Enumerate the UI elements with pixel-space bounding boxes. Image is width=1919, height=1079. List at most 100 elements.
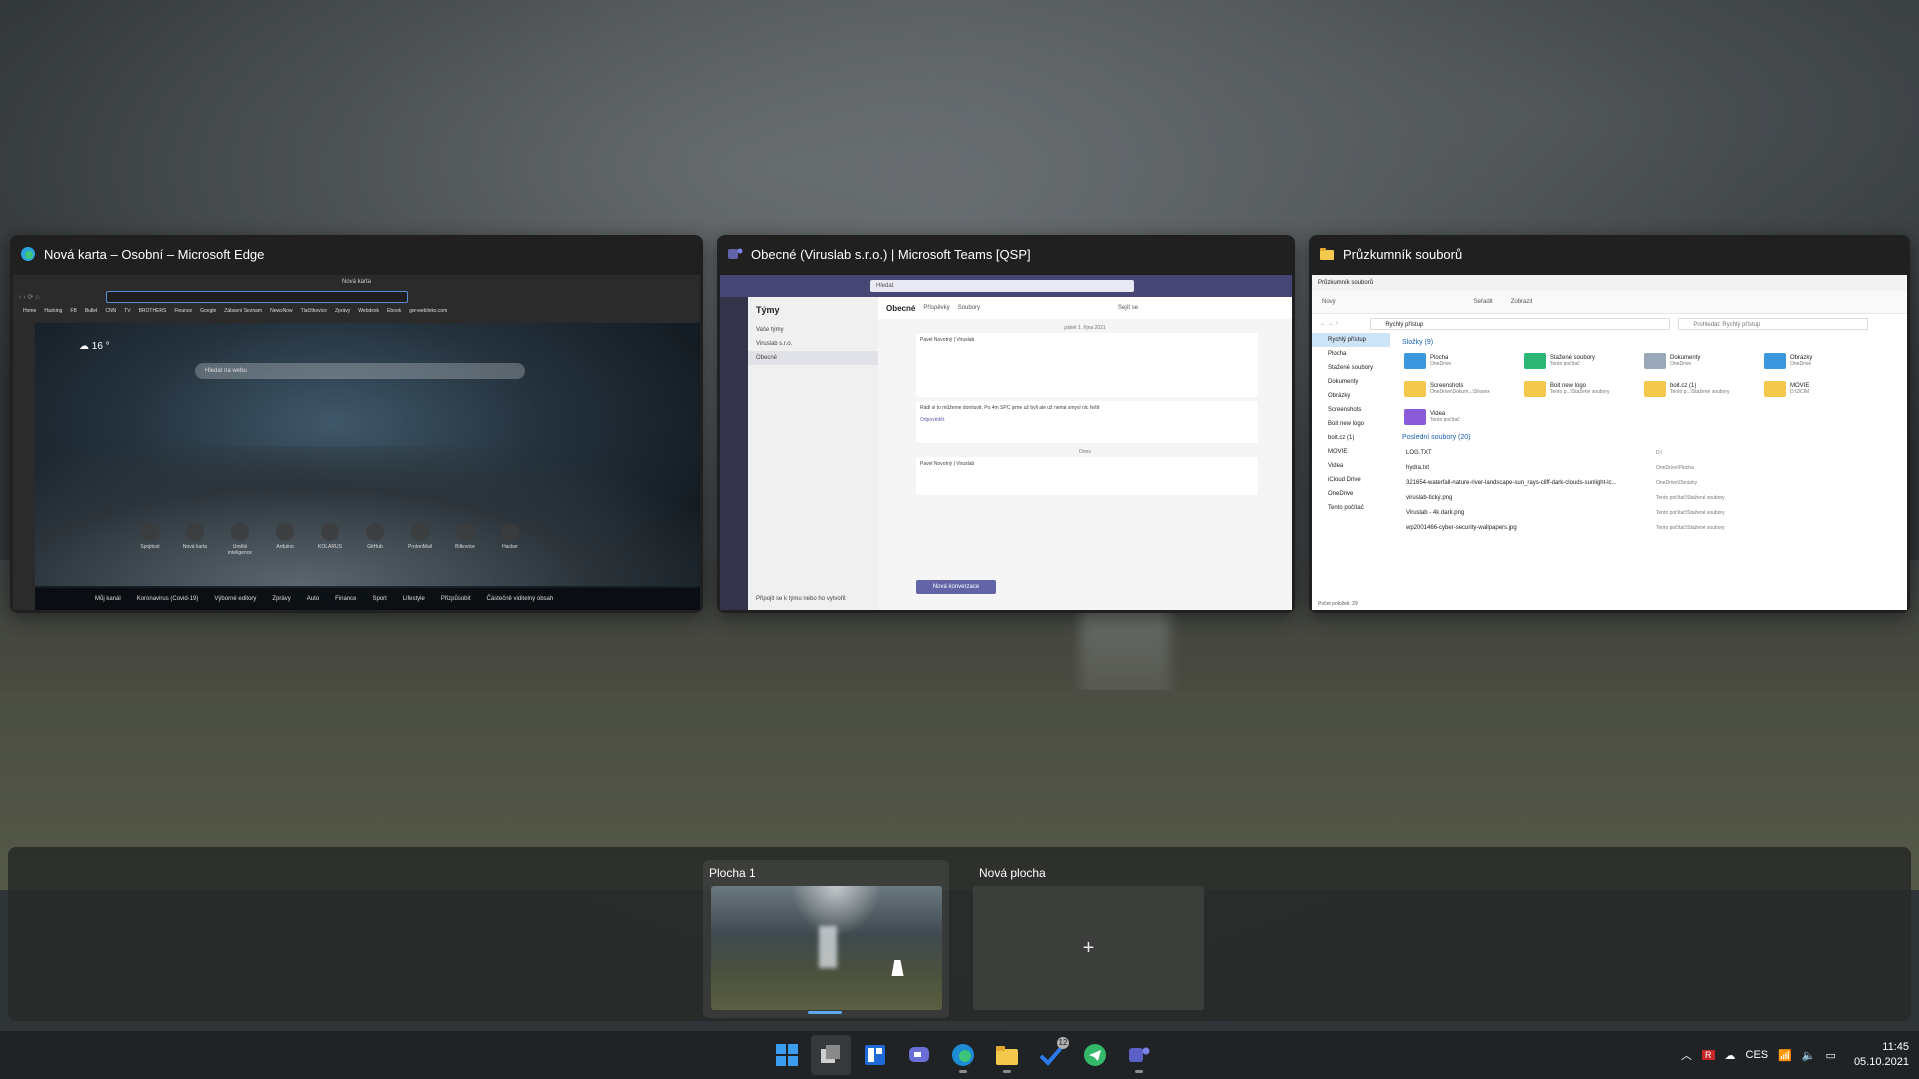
favorite-item: Home (23, 308, 37, 314)
quick-link-tile: Hacker (495, 523, 525, 556)
quick-link-tile: Arduino (270, 523, 300, 556)
edge-address-row: ‹ › ⟳ ⌂ (13, 289, 700, 305)
edge-sidebar (13, 323, 35, 610)
teams-window-preview: Hledat Týmy Vaše týmy Viruslab s.r.o. Ob… (720, 275, 1292, 610)
chat-button[interactable] (899, 1035, 939, 1075)
explorer-command-bar: Nový Seřadit Zobrazit (1312, 291, 1907, 314)
nav-item: MOVIE (1328, 449, 1348, 455)
recent-file-location: Tento počítač\Stažené soubory (1656, 494, 1725, 501)
volume-icon[interactable]: 🔈 (1802, 1049, 1816, 1062)
wifi-icon[interactable]: 📶 (1778, 1049, 1792, 1062)
nav-item: Tento počítač (1328, 505, 1364, 511)
teams-window-title-bar[interactable]: Obecné (Viruslab s.r.o.) | Microsoft Tea… (717, 235, 1295, 273)
edge-background-rocks (35, 446, 700, 586)
teams-window-card[interactable]: Obecné (Viruslab s.r.o.) | Microsoft Tea… (717, 235, 1295, 613)
folder-item: Screenshots OneDrive\Dokum...\Sharex (1404, 378, 1524, 400)
sort-command: Seřadit (1473, 299, 1493, 305)
folder-item: Dokumenty OneDrive (1644, 350, 1764, 372)
teams-taskbar-button[interactable] (1119, 1035, 1159, 1075)
nav-item: boit.cz (1) (1328, 435, 1355, 441)
favorite-item: CNN (105, 308, 117, 314)
reply-link: Odpovědět (920, 417, 945, 423)
folder-location: Tento p...\Stažené soubory (1550, 389, 1610, 395)
cloud-icon[interactable]: ☁ (1725, 1049, 1736, 1062)
favorite-item: Tlačítkovice (300, 308, 327, 314)
edge-toolbar: Nová karta ‹ › ⟳ ⌂ Home Hacking FB Bulle… (13, 275, 700, 323)
nav-item: Obrázky (1328, 393, 1351, 399)
channel-title: Obecné (886, 303, 916, 313)
visible-content-select: Částečně viditelný obsah (486, 596, 554, 602)
running-indicator (959, 1070, 967, 1073)
folder-item: Boit new logo Tento p...\Stažené soubory (1524, 378, 1644, 400)
edge-address-bar (105, 291, 408, 303)
recent-file-location: Tento počítač\Stažené soubory (1656, 524, 1725, 531)
teams-header-bar: Hledat (720, 275, 1292, 297)
nav-item: Stažené soubory (1328, 365, 1374, 371)
teams-list-section: Vaše týmy (756, 327, 784, 333)
edge-taskbar-button[interactable] (943, 1035, 983, 1075)
explorer-window-title-bar[interactable]: Průzkumník souborů (1309, 235, 1910, 273)
nav-item: Videa (1328, 463, 1344, 469)
edge-window-card[interactable]: Nová karta – Osobní – Microsoft Edge Nov… (10, 235, 703, 613)
feed-tab: Můj kanál (95, 596, 121, 602)
message-author: Pavel Novotný | Viruslab (920, 461, 975, 467)
folder-location: OneDrive (1430, 361, 1452, 367)
edge-icon (21, 247, 35, 261)
explorer-window-card[interactable]: Průzkumník souborů Průzkumník souborů No… (1309, 235, 1910, 613)
edge-search-box: Hledat na webu (195, 363, 525, 379)
join-create-team: Připojit se k týmu nebo ho vytvořit (756, 596, 846, 602)
add-desktop-button[interactable]: + (973, 886, 1204, 1010)
recent-file-row: LOG.TXT D:\ (1406, 445, 1907, 460)
clock[interactable]: 11:45 05.10.2021 (1854, 1040, 1909, 1070)
back-icon: ‹ › ⟳ ⌂ (19, 294, 40, 301)
folder-item: Plocha OneDrive (1404, 350, 1524, 372)
app-tray-icon[interactable]: R (1702, 1050, 1715, 1060)
edge-window-preview: Nová karta ‹ › ⟳ ⌂ Home Hacking FB Bulle… (13, 275, 700, 610)
recent-file-location: OneDrive\Plocha (1656, 464, 1694, 471)
file-explorer-taskbar-button[interactable] (987, 1035, 1027, 1075)
edge-favorites-bar: Home Hacking FB Bullet CNN TV BROTHERS F… (13, 305, 700, 317)
desktop-1[interactable]: Plocha 1 (703, 860, 949, 1018)
channel-tab: Příspěvky (923, 305, 950, 311)
desktop-1-thumbnail[interactable] (711, 886, 942, 1010)
clock-time: 11:45 (1882, 1041, 1909, 1053)
teams-team-list: Týmy Vaše týmy Viruslab s.r.o. Obecné Př… (748, 297, 878, 610)
start-button[interactable] (767, 1035, 807, 1075)
quick-link-tile: GitHub (360, 523, 390, 556)
channel-item: Obecné (748, 351, 878, 365)
todo-taskbar-button[interactable]: 12 (1031, 1035, 1071, 1075)
battery-icon[interactable]: ▭ (1826, 1049, 1836, 1062)
favorite-item: Hacking (44, 308, 63, 314)
edge-window-title-bar[interactable]: Nová karta – Osobní – Microsoft Edge (10, 235, 703, 273)
telegram-taskbar-button[interactable] (1075, 1035, 1115, 1075)
favorite-item: TV (124, 308, 131, 314)
folder-location: OneDrive (1790, 361, 1812, 367)
new-desktop[interactable]: Nová plocha + (973, 860, 1204, 1010)
explorer-search: Prohledat: Rychlý přístup (1678, 318, 1869, 330)
message-text: Rádi si to můžeme domluvit. Po 4m SPC js… (920, 405, 1100, 411)
new-command: Nový (1322, 299, 1336, 305)
language-indicator[interactable]: CES (1746, 1049, 1769, 1061)
favorite-item: NewsNow (270, 308, 293, 314)
plus-icon: + (1082, 936, 1095, 959)
favorite-item: BROTHERS (138, 308, 167, 314)
task-view-button[interactable] (811, 1035, 851, 1075)
nav-arrows-icon: ← → ↑ (1320, 321, 1339, 327)
desktop-1-label: Plocha 1 (709, 866, 756, 880)
teams-list-header: Týmy (756, 305, 780, 315)
edge-feed-tabs: Můj kanál Koronavirus (Covid-19) Výborné… (35, 588, 700, 610)
running-indicator (1135, 1070, 1143, 1073)
weather-widget: ☁ 16 ° (79, 341, 110, 352)
explorer-path: Rychlý přístup (1370, 318, 1671, 330)
widgets-button[interactable] (855, 1035, 895, 1075)
widgets-icon (865, 1045, 885, 1065)
thumbnail-waterfall (819, 926, 837, 968)
new-desktop-label: Nová plocha (979, 866, 1046, 880)
quick-link-label: GitHub (367, 544, 383, 550)
favorite-item: Webdesk (358, 308, 380, 314)
chevron-up-icon[interactable]: ︿ (1681, 1047, 1692, 1063)
explorer-address-row: ← → ↑ Rychlý přístup Prohledat: Rychlý p… (1312, 314, 1907, 334)
new-conversation-button: Nová konverzace (916, 580, 996, 594)
explorer-content: Složky (9) Plocha OneDrive Stažené soubor… (1392, 333, 1907, 598)
folder-location: OneDrive\Dokum...\Sharex (1430, 389, 1490, 395)
